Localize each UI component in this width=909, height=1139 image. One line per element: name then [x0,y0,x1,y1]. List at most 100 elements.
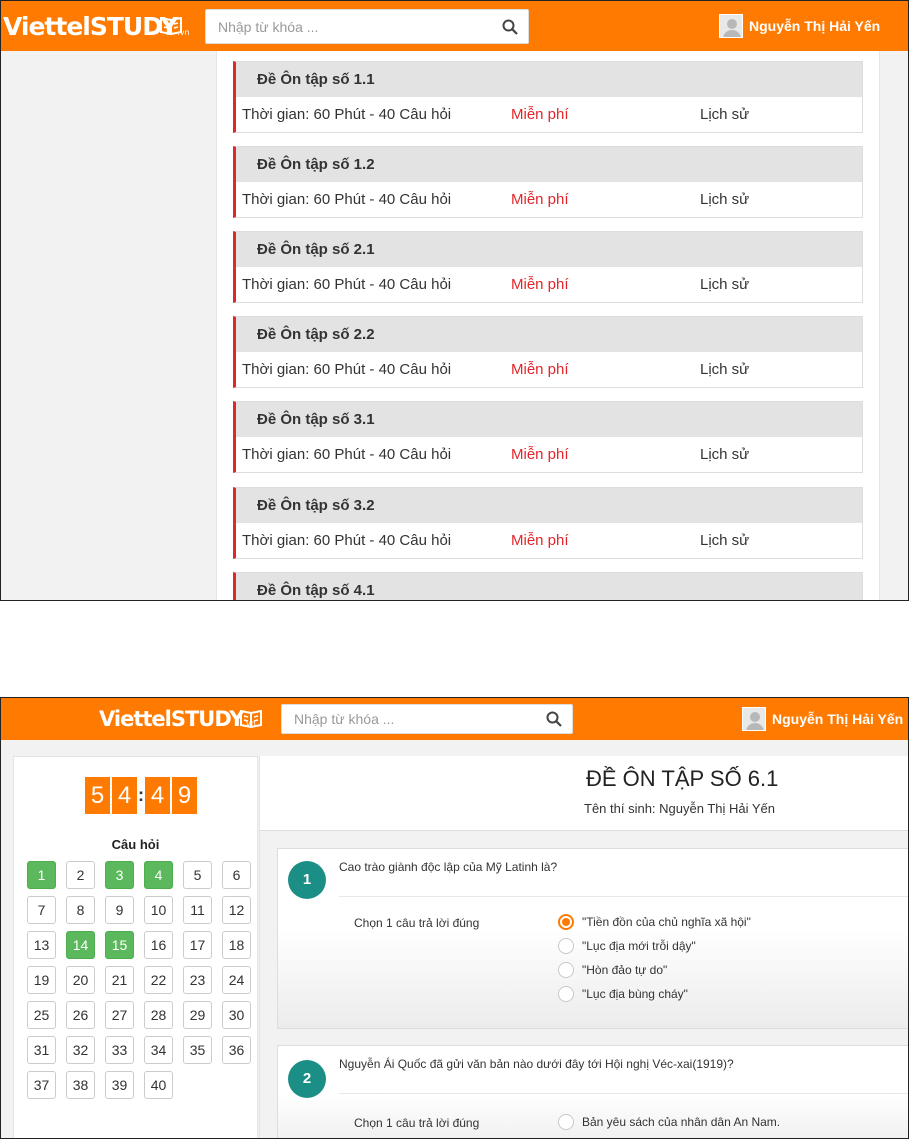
question-nav-button[interactable]: 9 [105,896,134,924]
exam-card[interactable]: Đề Ôn tập số 1.2 Thời gian: 60 Phút - 40… [233,146,863,218]
question-nav-button[interactable]: 30 [222,1001,251,1029]
exam-title[interactable]: Đề Ôn tập số 1.1 [236,62,862,97]
question-nav-button[interactable]: 13 [27,931,56,959]
question-nav-button[interactable]: 36 [222,1036,251,1064]
question-nav-button[interactable]: 24 [222,966,251,994]
history-link[interactable]: Lịch sử [700,523,749,558]
question-nav-button[interactable]: 10 [144,896,173,924]
question-nav-button[interactable]: 38 [66,1071,95,1099]
book-icon[interactable] [159,17,183,35]
countdown-timer: 5 4 : 4 9 [85,777,199,814]
question-nav-button[interactable]: 37 [27,1071,56,1099]
question-nav-button[interactable]: 35 [183,1036,212,1064]
question-nav-button[interactable]: 2 [66,861,95,889]
exam-title[interactable]: Đề Ôn tập số 3.1 [236,402,862,437]
question-nav-button[interactable]: 29 [183,1001,212,1029]
answer-option[interactable]: "Tiền đồn của chủ nghĩa xã hội" [558,914,751,930]
question-nav-button[interactable]: 12 [222,896,251,924]
question-nav-button[interactable]: 22 [144,966,173,994]
history-link[interactable]: Lịch sử [700,182,749,217]
history-link[interactable]: Lịch sử [700,352,749,387]
search-input[interactable]: Nhập từ khóa ... [205,9,529,44]
question-nav-button[interactable]: 15 [105,931,134,959]
history-link[interactable]: Lịch sử [700,437,749,472]
radio-button[interactable] [558,1114,574,1130]
user-menu[interactable]: Nguyễn Thị Hải Yến [742,707,903,731]
exam-title[interactable]: Đề Ôn tập số 1.2 [236,147,862,182]
radio-button[interactable] [558,938,574,954]
question-nav-button[interactable]: 31 [27,1036,56,1064]
question-card: 2 Nguyễn Ái Quốc đã gửi văn bản nào dưới… [277,1045,908,1138]
exam-card[interactable]: Đề Ôn tập số 2.1 Thời gian: 60 Phút - 40… [233,231,863,303]
question-nav-button[interactable]: 33 [105,1036,134,1064]
radio-button[interactable] [558,962,574,978]
exam-time: Thời gian: 60 Phút - 40 Câu hỏi [242,361,452,378]
answer-option[interactable]: "Hòn đảo tự do" [558,962,667,978]
exam-card[interactable]: Đề Ôn tập số 1.1 Thời gian: 60 Phút - 40… [233,61,863,133]
exam-title[interactable]: Đề Ôn tập số 2.2 [236,317,862,352]
radio-button[interactable] [558,986,574,1002]
question-card: 1 Cao trào giành độc lập của Mỹ Latinh l… [277,848,908,1029]
timer-separator: : [138,785,144,805]
history-link[interactable]: Lịch sử [700,97,749,132]
question-nav-button[interactable]: 39 [105,1071,134,1099]
question-nav-button[interactable]: 16 [144,931,173,959]
question-nav-button[interactable]: 32 [66,1036,95,1064]
divider [339,1093,908,1094]
exam-price: Miễn phí [511,276,569,293]
exam-title: ĐỀ ÔN TẬP SỐ 6.1 [586,766,779,791]
question-nav-button[interactable]: 11 [183,896,212,924]
radio-button-selected[interactable] [558,914,574,930]
question-nav-button[interactable]: 27 [105,1001,134,1029]
question-nav-button[interactable]: 6 [222,861,251,889]
question-nav-button[interactable]: 3 [105,861,134,889]
question-nav-button[interactable]: 23 [183,966,212,994]
question-nav-button[interactable]: 26 [66,1001,95,1029]
exam-title[interactable]: Đề Ôn tập số 3.2 [236,488,862,523]
question-nav-button[interactable]: 40 [144,1071,173,1099]
search-icon[interactable] [546,711,562,727]
book-icon[interactable] [239,710,263,728]
exam-card[interactable]: Đề Ôn tập số 3.2 Thời gian: 60 Phút - 40… [233,487,863,559]
history-link[interactable]: Lịch sử [700,267,749,302]
question-nav-button[interactable]: 4 [144,861,173,889]
answer-option[interactable]: Bản yêu sách của nhân dân An Nam. [558,1114,780,1130]
question-nav-button[interactable]: 25 [27,1001,56,1029]
question-nav-button[interactable]: 1 [27,861,56,889]
user-menu[interactable]: Nguyễn Thị Hải Yến [719,14,880,38]
search-input[interactable]: Nhập từ khóa ... [281,704,573,734]
exam-title[interactable]: Đề Ôn tập số 2.1 [236,232,862,267]
exam-time: Thời gian: 60 Phút - 40 Câu hỏi [242,446,452,463]
exam-taking-screen: ViettelSTUDY.vn Nhập từ khóa ... Nguyễn … [0,697,909,1139]
question-nav-button[interactable]: 20 [66,966,95,994]
exam-time: Thời gian: 60 Phút - 40 Câu hỏi [242,106,452,123]
candidate-name: Tên thí sinh: Nguyễn Thị Hải Yến [584,801,776,816]
question-nav-button[interactable]: 14 [66,931,95,959]
divider [339,896,908,897]
question-nav-button[interactable]: 19 [27,966,56,994]
exam-time: Thời gian: 60 Phút - 40 Câu hỏi [242,191,452,208]
answer-option[interactable]: "Lục địa bùng cháy" [558,986,688,1002]
question-nav-button[interactable]: 18 [222,931,251,959]
viettel-study-logo[interactable]: ViettelSTUDY.vn [99,707,256,731]
question-nav-button[interactable]: 34 [144,1036,173,1064]
exam-card[interactable]: Đề Ôn tập số 2.2 Thời gian: 60 Phút - 40… [233,316,863,388]
question-nav-button[interactable]: 28 [144,1001,173,1029]
exam-price: Miễn phí [511,191,569,208]
exam-content: ĐỀ ÔN TẬP SỐ 6.1 Tên thí sinh: Nguyễn Th… [259,756,908,1138]
search-icon[interactable] [502,19,518,35]
exam-title[interactable]: Đề Ôn tập số 4.1 [236,573,862,600]
exam-price: Miễn phí [511,361,569,378]
question-nav-button[interactable]: 21 [105,966,134,994]
question-nav-button[interactable]: 7 [27,896,56,924]
exam-info: Thời gian: 60 Phút - 40 Câu hỏi Miễn phí… [236,267,862,302]
exam-card[interactable]: Đề Ôn tập số 3.1 Thời gian: 60 Phút - 40… [233,401,863,473]
question-nav-button[interactable]: 8 [66,896,95,924]
exam-price: Miễn phí [511,106,569,123]
exam-info: Thời gian: 60 Phút - 40 Câu hỏi Miễn phí… [236,437,862,472]
answer-option[interactable]: "Lục địa mới trỗi dậy" [558,938,696,954]
question-text: Cao trào giành độc lập của Mỹ Latinh là? [339,860,558,874]
question-nav-button[interactable]: 5 [183,861,212,889]
question-nav-button[interactable]: 17 [183,931,212,959]
exam-card[interactable]: Đề Ôn tập số 4.1 [233,572,863,600]
